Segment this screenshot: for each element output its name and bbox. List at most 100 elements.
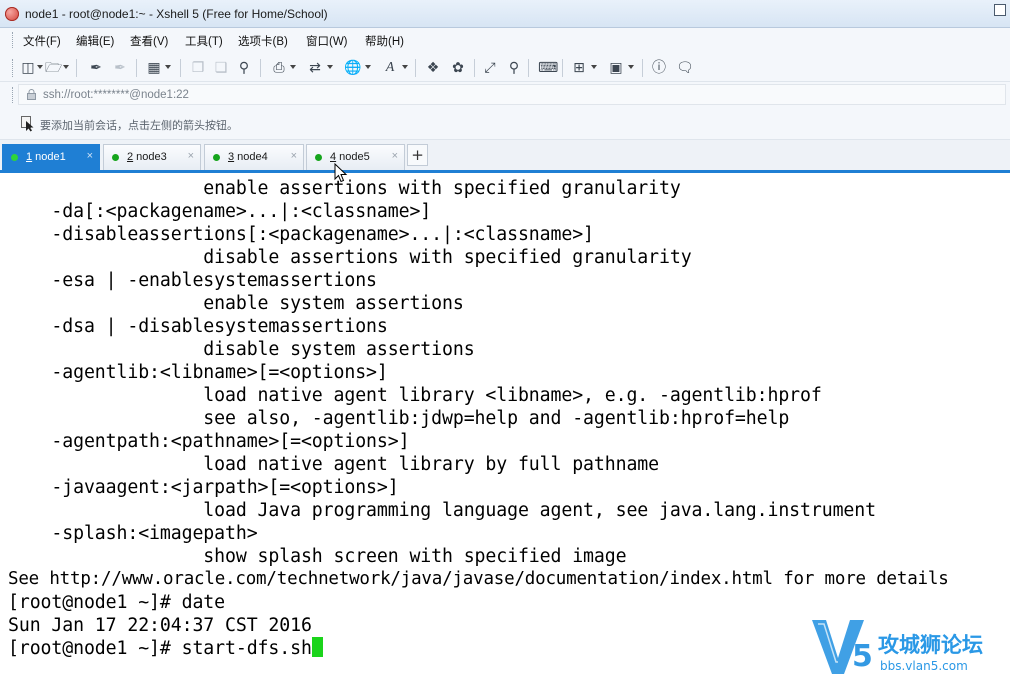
connected-status-icon [11, 154, 18, 161]
xmanager-icon[interactable]: ✿ [450, 60, 466, 76]
tab-strip: 1 node1 × 2 node3 × 3 node4 × 4 node5 × [0, 140, 1010, 170]
new-tab-dropdown-caret[interactable] [591, 65, 597, 69]
transfer-icon[interactable]: ⇄ [307, 60, 323, 76]
terminal-line: enable system assertions [8, 293, 464, 314]
menu-help[interactable]: 帮助(H) [365, 33, 404, 49]
transfer-dropdown-caret[interactable] [327, 65, 333, 69]
tab-node4[interactable]: 3 node4 × [204, 144, 304, 170]
terminal-command-text: [root@node1 ~]# start-dfs.sh [8, 638, 312, 659]
print-dropdown-caret[interactable] [290, 65, 296, 69]
session-address-field[interactable]: ssh://root:********@node1:22 [18, 84, 1006, 105]
keyboard-icon[interactable]: ⌨ [538, 60, 558, 76]
tab-name: node3 [133, 151, 167, 163]
vlan5-watermark-logo: 5 攻城狮论坛 bbs.vlan5.com [812, 620, 983, 674]
font-dropdown-caret[interactable] [402, 65, 408, 69]
menu-file[interactable]: 文件(F) [23, 33, 61, 49]
fullscreen-icon[interactable]: ⤢ [482, 60, 498, 76]
menu-tools[interactable]: 工具(T) [185, 33, 223, 49]
find-icon[interactable]: ⚲ [236, 60, 252, 76]
new-session-dropdown-caret[interactable] [37, 65, 43, 69]
layout-dropdown-caret[interactable] [628, 65, 634, 69]
toolbar-separator [528, 59, 529, 77]
connected-status-icon [213, 154, 220, 161]
xshell-app-icon[interactable] [5, 7, 19, 21]
tab-name: node5 [336, 151, 370, 163]
globe-dropdown-caret[interactable] [365, 65, 371, 69]
menu-edit[interactable]: 编辑(E) [76, 33, 114, 49]
menu-tabs[interactable]: 选项卡(B) [238, 33, 288, 49]
hint-text: 要添加当前会话，点击左侧的箭头按钮。 [40, 120, 238, 132]
watermark-url: bbs.vlan5.com [880, 659, 968, 673]
close-tab-icon[interactable]: × [392, 150, 398, 162]
print-icon[interactable]: ⎙ [271, 60, 287, 76]
toolbar-separator [642, 59, 643, 77]
layout-icon[interactable]: ▣ [608, 60, 624, 76]
paste-icon: ❏ [214, 60, 228, 76]
xftp-icon[interactable]: ❖ [425, 60, 441, 76]
font-icon[interactable]: A [382, 60, 398, 76]
terminal-line: see also, -agentlib:jdwp=help and -agent… [8, 408, 790, 429]
lock-icon [27, 89, 36, 100]
open-folder-icon[interactable]: 🗁 [45, 60, 62, 76]
tab-label: 1 node1 [26, 151, 66, 163]
session-hint-bar: 要添加当前会话，点击左侧的箭头按钮。 [0, 108, 1010, 140]
lock-icon[interactable]: ⚲ [506, 60, 522, 76]
menu-bar: 文件(F) 编辑(E) 查看(V) 工具(T) 选项卡(B) 窗口(W) 帮助(… [0, 28, 1010, 52]
terminal-line: load native agent library by full pathna… [8, 454, 659, 475]
close-tab-icon[interactable]: × [87, 150, 93, 162]
copy-icon: ❐ [191, 60, 205, 76]
connected-status-icon [315, 154, 322, 161]
add-tab-button[interactable]: + [407, 144, 428, 166]
terminal-line: [root@node1 ~]# date [8, 592, 225, 613]
toolbar-grip[interactable] [12, 59, 16, 77]
tab-node5[interactable]: 4 node5 × [306, 144, 405, 170]
toolbar-separator [415, 59, 416, 77]
terminal-line: -disableassertions[:<packagename>...|:<c… [8, 224, 594, 245]
terminal-line: disable system assertions [8, 339, 475, 360]
window-title: node1 - root@node1:~ - Xshell 5 (Free fo… [25, 7, 328, 21]
terminal-area[interactable]: enable assertions with specified granula… [0, 173, 1010, 683]
mouse-pointer-icon [334, 163, 348, 183]
tab-name: node4 [234, 151, 268, 163]
chat-icon[interactable]: 🗨 [676, 60, 694, 76]
toolbar: ◫ 🗁 ✒ ✒ ▦ ❐ ❏ ⚲ ⎙ ⇄ 🌐 A ❖ ✿ ⤢ ⚲ ⌨ ⊞ ▣ ⓘ … [0, 52, 1010, 82]
disconnect-icon: ✒ [114, 60, 126, 76]
tab-name: node1 [32, 151, 66, 163]
properties-dropdown-caret[interactable] [165, 65, 171, 69]
tab-label: 2 node3 [127, 151, 167, 163]
menu-view[interactable]: 查看(V) [130, 33, 168, 49]
watermark-brand: 攻城狮论坛 [878, 633, 983, 657]
menubar-grip[interactable] [12, 32, 16, 48]
toolbar-separator [260, 59, 261, 77]
addressbar-grip[interactable] [12, 87, 16, 103]
terminal-line: disable assertions with specified granul… [8, 247, 692, 268]
new-tab-icon[interactable]: ⊞ [571, 60, 587, 76]
terminal-line: -agentlib:<libname>[=<options>] [8, 362, 388, 383]
properties-icon[interactable]: ▦ [146, 60, 162, 76]
help-icon[interactable]: ⓘ [651, 60, 667, 76]
terminal-line: -splash:<imagepath> [8, 523, 258, 544]
terminal-line: load native agent library <libname>, e.g… [8, 385, 822, 406]
window-restore-icon[interactable] [994, 4, 1006, 16]
toolbar-separator [136, 59, 137, 77]
session-address-text: ssh://root:********@node1:22 [43, 89, 189, 101]
globe-icon[interactable]: 🌐 [344, 60, 361, 76]
close-tab-icon[interactable]: × [291, 150, 297, 162]
tab-node1[interactable]: 1 node1 × [2, 144, 100, 170]
tab-node3[interactable]: 2 node3 × [103, 144, 201, 170]
new-session-icon[interactable]: ◫ [20, 60, 36, 76]
close-tab-icon[interactable]: × [188, 150, 194, 162]
tab-label: 3 node4 [228, 151, 268, 163]
toolbar-separator [180, 59, 181, 77]
terminal-line: -javaagent:<jarpath>[=<options>] [8, 477, 399, 498]
connected-status-icon [112, 154, 119, 161]
toolbar-separator [562, 59, 563, 77]
svg-text:5: 5 [852, 639, 873, 674]
add-session-arrow-icon[interactable] [21, 116, 35, 132]
reconnect-icon[interactable]: ✒ [88, 60, 104, 76]
toolbar-separator [76, 59, 77, 77]
terminal-cursor [311, 637, 323, 657]
open-dropdown-caret[interactable] [63, 65, 69, 69]
tab-label: 4 node5 [330, 151, 370, 163]
menu-window[interactable]: 窗口(W) [306, 33, 348, 49]
